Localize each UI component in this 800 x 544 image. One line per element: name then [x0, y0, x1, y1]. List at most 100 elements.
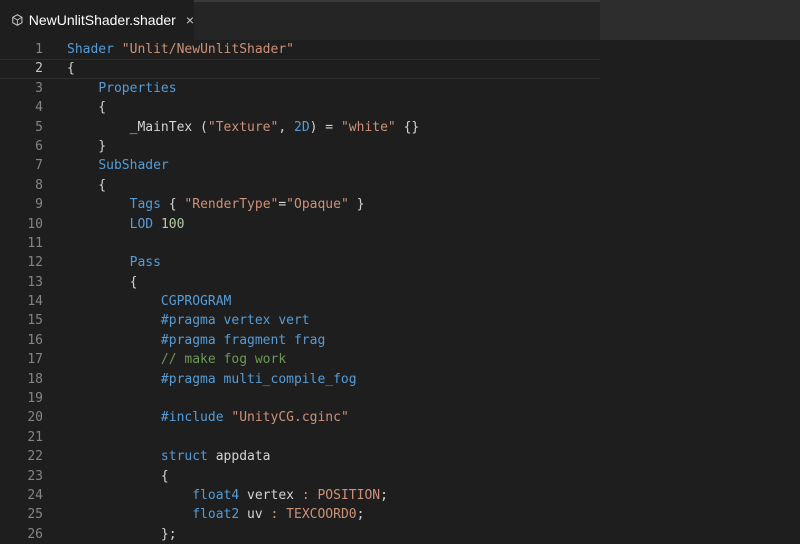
line-number: 26 [27, 526, 43, 542]
line-number: 9 [35, 197, 43, 213]
line-text: Shader "Unlit/NewUnlitShader" [67, 40, 294, 59]
code-line[interactable]: 5 _MainTex ("Texture", 2D) = "white" {} [0, 118, 800, 137]
code-token: 100 [160, 216, 185, 232]
code-token: // make fog work [160, 352, 287, 368]
code-token: CGPROGRAM [160, 294, 232, 310]
code-token: {} [395, 119, 420, 135]
code-line[interactable]: 23 { [0, 467, 800, 486]
code-token: } [67, 138, 107, 154]
code-line[interactable]: 10 LOD 100 [0, 215, 800, 234]
code-token: { [67, 100, 107, 116]
code-line[interactable]: 25 float2 uv : TEXCOORD0; [0, 505, 800, 524]
code-token: ; [380, 487, 388, 503]
code-token: Pass [129, 255, 161, 271]
code-line[interactable]: 18 #pragma multi_compile_fog [0, 370, 800, 389]
code-line[interactable]: 2{ [0, 59, 800, 78]
code-token: float4 [192, 487, 240, 503]
code-line[interactable]: 22 struct appdata [0, 447, 800, 466]
code-line[interactable]: 15 #pragma vertex vert [0, 311, 800, 330]
code-line[interactable]: 24 float4 vertex : POSITION; [0, 486, 800, 505]
line-text: // make fog work [67, 350, 286, 369]
code-token: = [278, 197, 287, 213]
line-number: 19 [27, 391, 43, 407]
code-line[interactable]: 14 CGPROGRAM [0, 292, 800, 311]
code-line[interactable]: 20 #include "UnityCG.cginc" [0, 408, 800, 427]
line-number: 10 [27, 216, 43, 232]
code-token: vertex [239, 487, 302, 503]
unity-icon [12, 14, 23, 26]
code-line[interactable]: 6 } [0, 137, 800, 156]
line-number: 23 [27, 468, 43, 484]
code-line[interactable]: 7 SubShader [0, 156, 800, 175]
code-token: 2D [294, 119, 310, 135]
line-number: 24 [27, 487, 43, 503]
code-line[interactable]: 1 Shader "Unlit/NewUnlitShader" [0, 40, 800, 59]
code-token: #pragma multi_compile_fog [160, 371, 357, 387]
line-number: 11 [27, 235, 43, 251]
code-line[interactable]: 17 // make fog work [0, 350, 800, 369]
code-token: : POSITION [301, 487, 381, 503]
code-token: float2 [192, 507, 240, 523]
line-number: 15 [27, 313, 43, 329]
code-token: ) = [309, 119, 341, 135]
line-number: 16 [27, 332, 43, 348]
code-line[interactable]: 3 Properties [0, 79, 800, 98]
code-token: "RenderType" [184, 197, 279, 213]
line-number: 14 [27, 294, 43, 310]
code-token: _MainTex ( [67, 119, 208, 135]
line-text: #pragma multi_compile_fog [67, 370, 357, 389]
code-line[interactable]: 16 #pragma fragment frag [0, 331, 800, 350]
line-text: #include "UnityCG.cginc" [67, 408, 349, 427]
line-text: #pragma fragment frag [67, 331, 325, 350]
line-text: SubShader [67, 156, 168, 175]
line-text: { [67, 176, 106, 195]
tab-newunlitshader[interactable]: NewUnlitShader.shader × [0, 0, 194, 40]
line-text: #pragma vertex vert [67, 311, 310, 330]
line-text: struct appdata [67, 447, 271, 466]
tab-title: NewUnlitShader.shader [28, 12, 176, 28]
code-token: "UnityCG.cginc" [231, 410, 349, 426]
close-icon[interactable]: × [186, 12, 194, 28]
line-number: 1 [35, 42, 43, 57]
line-number: 2 [35, 61, 43, 77]
line-number: 22 [27, 449, 43, 465]
code-token: "Texture" [207, 119, 279, 135]
code-line[interactable]: 19 [0, 389, 800, 408]
code-token: #pragma fragment frag [160, 332, 326, 348]
line-text: { [67, 467, 169, 486]
line-number: 6 [35, 138, 43, 154]
code-line[interactable]: 13 { [0, 273, 800, 292]
line-number: 17 [27, 352, 43, 368]
code-token: "white" [340, 119, 396, 135]
code-token: Properties [98, 80, 177, 96]
code-line[interactable]: 12 Pass [0, 253, 800, 272]
code-token: { [67, 177, 107, 193]
code-line[interactable]: 26 }; [0, 525, 800, 544]
code-line[interactable]: 11 [0, 234, 800, 253]
code-token: : TEXCOORD0 [270, 507, 357, 523]
line-text: Pass [67, 253, 161, 272]
code-token: LOD [129, 216, 154, 232]
line-number: 5 [35, 119, 43, 135]
code-token: appdata [207, 449, 271, 465]
code-token: { [67, 61, 75, 77]
code-line[interactable]: 21 [0, 428, 800, 447]
code-editor[interactable]: 1 Shader "Unlit/NewUnlitShader" 2{3 Proper… [0, 40, 800, 544]
code-line[interactable]: 9 Tags { "RenderType"="Opaque" } [0, 195, 800, 214]
line-number: 12 [27, 255, 43, 271]
code-line[interactable]: 4 { [0, 98, 800, 117]
code-token: #pragma vertex vert [160, 313, 310, 329]
code-line[interactable]: 8 { [0, 176, 800, 195]
line-text: Tags { "RenderType"="Opaque" } [67, 195, 365, 214]
